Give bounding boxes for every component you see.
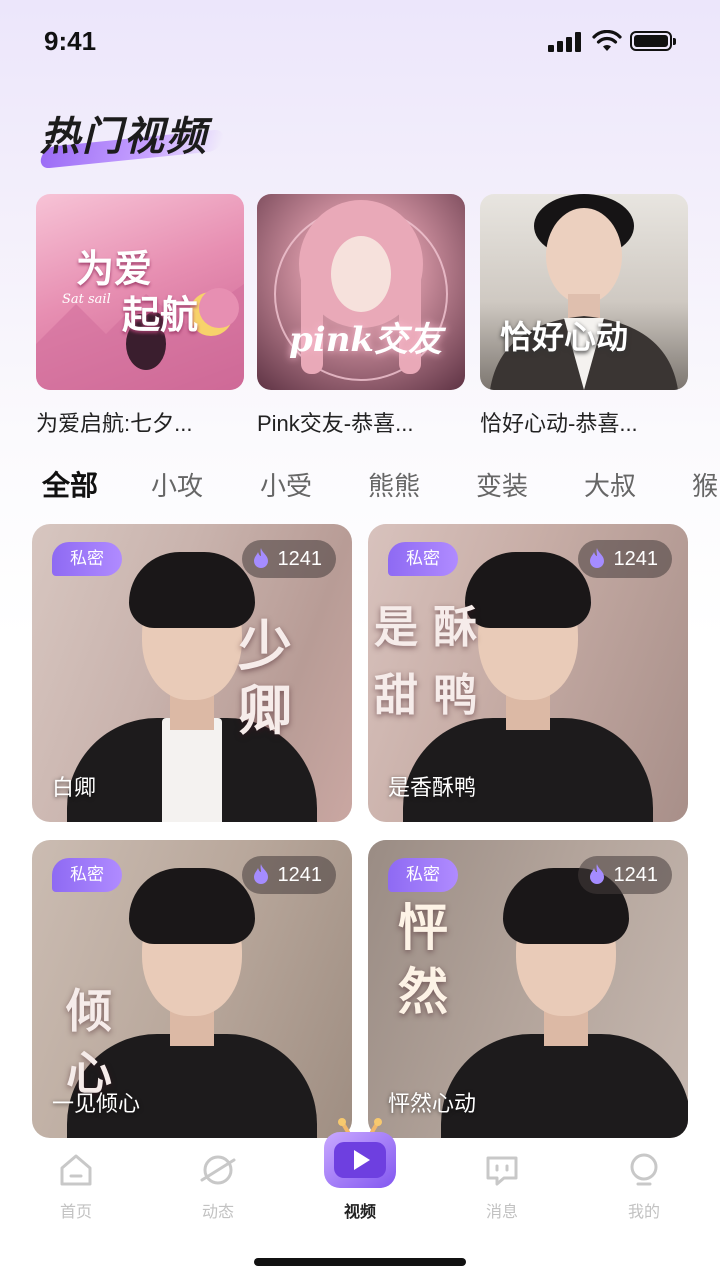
nav-label: 消息 bbox=[485, 1202, 518, 1221]
nav-moments[interactable]: 动态 bbox=[173, 1150, 263, 1222]
hot-art-small: Sat sail bbox=[62, 292, 111, 307]
tab-xiaogong[interactable]: 小攻 bbox=[151, 466, 203, 503]
private-badge: 私密 bbox=[52, 858, 122, 892]
home-indicator bbox=[254, 1258, 466, 1266]
hot-art-line1: pink交友 bbox=[289, 320, 442, 360]
nav-label: 首页 bbox=[59, 1202, 92, 1221]
flame-icon bbox=[253, 547, 268, 568]
nav-label: 动态 bbox=[201, 1202, 234, 1221]
view-count: 1241 bbox=[613, 548, 659, 570]
tab-hou[interactable]: 猴 bbox=[692, 466, 718, 503]
private-badge: 私密 bbox=[388, 542, 458, 576]
planet-icon bbox=[200, 1155, 236, 1185]
category-tabs: 全部 小攻 小受 熊熊 变装 大叔 猴 bbox=[0, 462, 720, 506]
video-card[interactable]: 怦 然 私密 1241 怦然心动 bbox=[368, 840, 688, 1138]
hot-art-line2: 起航 bbox=[122, 292, 199, 337]
private-badge: 私密 bbox=[388, 858, 458, 892]
nav-label: 视频 bbox=[343, 1202, 376, 1221]
page-title: 热门视频 bbox=[40, 114, 208, 160]
view-count: 1241 bbox=[277, 548, 323, 570]
wifi-icon bbox=[592, 30, 622, 51]
video-art-text: 怦 然 bbox=[398, 898, 448, 1021]
video-title: 是香酥鸭 bbox=[388, 776, 477, 801]
tv-icon[interactable] bbox=[318, 1118, 402, 1194]
status-bar: 9:41 bbox=[0, 0, 720, 80]
hot-video-thumbnail[interactable]: 恰好心动 bbox=[480, 194, 688, 390]
tab-xiongxiong[interactable]: 熊熊 bbox=[368, 466, 420, 503]
video-thumbnail-person bbox=[441, 858, 688, 1138]
tab-dashu[interactable]: 大叔 bbox=[584, 466, 636, 503]
flame-icon bbox=[589, 547, 604, 568]
flame-icon bbox=[253, 863, 268, 884]
view-count-badge: 1241 bbox=[241, 856, 336, 894]
view-count: 1241 bbox=[277, 864, 323, 886]
hot-video-card[interactable]: pink交友 Pink交友-恭喜... bbox=[257, 194, 465, 438]
view-count-badge: 1241 bbox=[241, 540, 336, 578]
video-title: 白卿 bbox=[52, 776, 97, 801]
thumbnail-art bbox=[490, 194, 678, 390]
video-card[interactable]: 少 卿 私密 1241 白卿 bbox=[32, 524, 352, 822]
view-count-badge: 1241 bbox=[577, 540, 672, 578]
video-title: 一见倾心 bbox=[52, 1092, 141, 1117]
home-icon bbox=[60, 1154, 92, 1186]
video-card[interactable]: 是 酥 甜 鸭 私密 1241 是香酥鸭 bbox=[368, 524, 688, 822]
hot-video-caption[interactable]: 恰好心动-恭喜... bbox=[480, 406, 688, 438]
hot-video-caption[interactable]: 为爱启航:七夕... bbox=[36, 406, 244, 438]
tab-xiaoshou[interactable]: 小受 bbox=[260, 466, 312, 503]
profile-icon bbox=[630, 1153, 658, 1186]
video-card[interactable]: 倾 心 私密 1241 一见倾心 bbox=[32, 840, 352, 1138]
hot-video-caption[interactable]: Pink交友-恭喜... bbox=[257, 406, 465, 438]
battery-icon bbox=[630, 31, 676, 51]
private-badge: 私密 bbox=[52, 542, 122, 576]
nav-home[interactable]: 首页 bbox=[31, 1150, 121, 1222]
video-art-text: 是 酥 甜 鸭 bbox=[374, 602, 478, 721]
view-count: 1241 bbox=[613, 864, 659, 886]
cellular-signal-icon bbox=[548, 32, 582, 52]
message-icon bbox=[486, 1156, 518, 1186]
nav-profile[interactable]: 我的 bbox=[599, 1150, 689, 1222]
nav-label: 我的 bbox=[627, 1202, 660, 1221]
hot-video-thumbnail[interactable]: pink交友 bbox=[257, 194, 465, 390]
tab-all[interactable]: 全部 bbox=[42, 464, 98, 504]
tab-bianzhuang[interactable]: 变装 bbox=[476, 466, 528, 503]
hot-video-card[interactable]: 为爱 起航 Sat sail 为爱启航:七夕... bbox=[36, 194, 244, 438]
view-count-badge: 1241 bbox=[577, 856, 672, 894]
status-time: 9:41 bbox=[44, 26, 97, 56]
nav-messages[interactable]: 消息 bbox=[457, 1150, 547, 1222]
hot-video-thumbnail[interactable]: 为爱 起航 Sat sail bbox=[36, 194, 244, 390]
video-art-text: 少 卿 bbox=[238, 614, 292, 742]
hot-video-card[interactable]: 恰好心动 恰好心动-恭喜... bbox=[480, 194, 688, 438]
video-title: 怦然心动 bbox=[388, 1092, 477, 1117]
flame-icon bbox=[589, 863, 604, 884]
hot-art-line1: 恰好心动 bbox=[500, 318, 629, 356]
